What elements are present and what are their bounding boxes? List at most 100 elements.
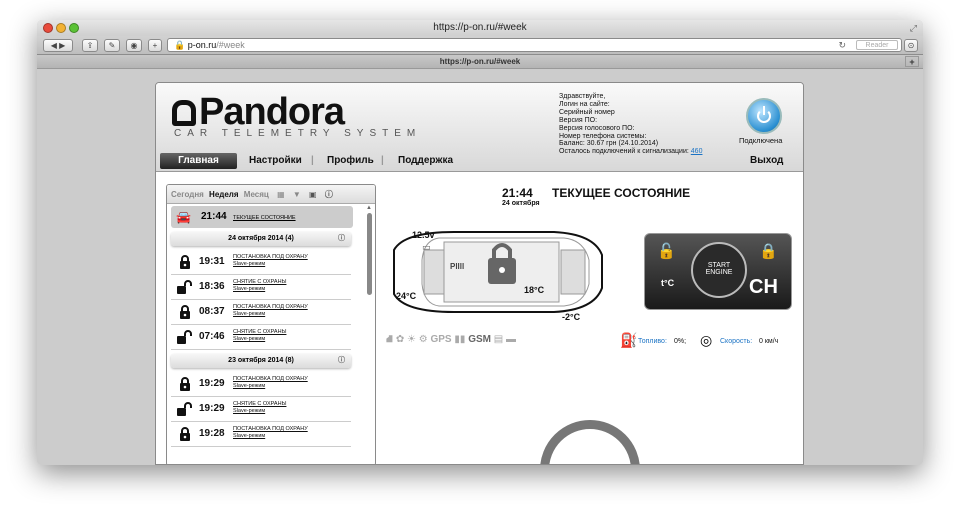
add-tab-button[interactable]: +	[905, 56, 919, 67]
signal-icon: ▮▮	[454, 334, 466, 345]
save-icon[interactable]: ▣	[309, 190, 317, 199]
downloads-icon[interactable]: ⊙	[904, 39, 918, 52]
tab-month[interactable]: Месяц	[244, 190, 269, 199]
event-mode: Slave-режим	[233, 408, 266, 414]
header: Pandora CAR TELEMETRY SYSTEM Здравствуйт…	[156, 83, 803, 172]
mode-button[interactable]: CH	[749, 276, 778, 299]
close-window-button[interactable]	[43, 23, 53, 33]
arm-button[interactable]: 🔒	[759, 242, 778, 260]
nav-logout[interactable]: Выход	[750, 153, 783, 169]
voltage-value: 12.5v	[412, 230, 435, 240]
start-engine-button[interactable]: START ENGINE	[691, 242, 747, 298]
list-item[interactable]: 07:46 СНЯТИЕ С ОХРАНЫ Slave-режим	[171, 325, 351, 350]
new-tab-button[interactable]: +	[148, 39, 162, 52]
lock-closed-icon	[180, 305, 190, 319]
pandora-app: Pandora CAR TELEMETRY SYSTEM Здравствуйт…	[155, 82, 804, 465]
reader-button[interactable]: Reader	[856, 40, 898, 50]
title-bar: https://p-on.ru/#week ⤢	[37, 20, 923, 36]
fw-label: Версия ПО:	[559, 116, 598, 124]
back-forward-buttons[interactable]: ◀ ▶	[43, 39, 73, 52]
event-action-link[interactable]: ПОСТАНОВКА ПОД ОХРАНУ	[233, 376, 308, 382]
event-mode: Slave-режим	[233, 433, 266, 439]
nav-profile[interactable]: Профиль	[327, 153, 374, 169]
phone-label: Номер телефона системы:	[559, 132, 647, 140]
list-item[interactable]: 19:28 ПОСТАНОВКА ПОД ОХРАНУ Slave-режим	[171, 422, 351, 447]
tab-week[interactable]: Неделя	[209, 190, 239, 199]
info-icon[interactable]: ⓘ	[338, 354, 345, 368]
tab-today[interactable]: Сегодня	[171, 190, 204, 199]
lock-open-icon	[177, 402, 192, 416]
fuel-icon: ⛽	[620, 332, 638, 348]
event-action-link[interactable]: ПОСТАНОВКА ПОД ОХРАНУ	[233, 426, 308, 432]
url-path: /#week	[216, 40, 245, 50]
event-action-link[interactable]: ПОСТАНОВКА ПОД ОХРАНУ	[233, 254, 308, 260]
share-icon[interactable]: ⇪	[82, 39, 98, 52]
log-list: 24 октября 2014 (4) ⓘ 19:31 ПОСТАНОВКА ПОД …	[167, 232, 375, 447]
event-mode: Slave-режим	[233, 286, 266, 292]
nav-settings[interactable]: Настройки	[249, 153, 302, 169]
url-bar[interactable]: 🔒 p-on.ru/#week ↻ Reader	[167, 38, 902, 52]
power-icon[interactable]	[746, 98, 782, 134]
current-state-row[interactable]: 🚘 21:44 ТЕКУЩЕЕ СОСТОЯНИЕ	[171, 206, 353, 228]
browser-window: https://p-on.ru/#week ⤢ ◀ ▶ ⇪ ✎ ◉ + 🔒 p-…	[37, 20, 923, 465]
status-panel: 21:44 ТЕКУЩЕЕ СОСТОЯНИЕ 24 октября 12.5v…	[382, 184, 803, 464]
edit-icon[interactable]: ✎	[104, 39, 120, 52]
event-mode: Slave-режим	[233, 383, 266, 389]
list-item[interactable]: 18:36 СНЯТИЕ С ОХРАНЫ Slave-режим	[171, 275, 351, 300]
nav-divider: |	[311, 155, 314, 166]
status-date: 24 октября	[502, 200, 540, 207]
event-action-link[interactable]: ПОСТАНОВКА ПОД ОХРАНУ	[233, 304, 308, 310]
cabin-temp: 24°C	[396, 291, 417, 301]
list-item[interactable]: 19:29 СНЯТИЕ С ОХРАНЫ Slave-режим	[171, 397, 351, 422]
lock-closed-icon	[180, 427, 190, 441]
engine-temp: 18°C	[524, 285, 545, 295]
event-mode: Slave-режим	[233, 336, 266, 342]
fullscreen-icon[interactable]: ⤢	[910, 20, 917, 36]
event-action-link[interactable]: СНЯТИЕ С ОХРАНЫ	[233, 279, 286, 285]
main-nav: Главная Настройки | Профиль | Поддержка …	[156, 151, 803, 171]
gsm-indicator: GSM	[468, 334, 491, 345]
disarm-button[interactable]: 🔓	[657, 242, 676, 260]
event-time: 19:29	[199, 403, 225, 414]
window-title: https://p-on.ru/#week	[433, 22, 527, 33]
extension-icon[interactable]: ◉	[126, 39, 142, 52]
start-label: START	[707, 262, 731, 269]
zoom-window-button[interactable]	[69, 23, 79, 33]
sun-icon: ☀	[406, 334, 416, 345]
fuel-label: Топливо:	[638, 338, 667, 345]
current-label: ТЕКУЩЕЕ СОСТОЯНИЕ	[233, 215, 296, 221]
info-icon[interactable]: ⓘ	[325, 190, 333, 199]
list-item[interactable]: 19:31 ПОСТАНОВКА ПОД ОХРАНУ Slave-режим	[171, 250, 351, 275]
heater-button[interactable]: t°C	[661, 278, 674, 288]
day-header[interactable]: 24 октября 2014 (4) ⓘ	[171, 232, 351, 246]
nav-home[interactable]: Главная	[160, 153, 237, 169]
event-mode: Slave-режим	[233, 311, 266, 317]
scroll-thumb[interactable]	[367, 213, 372, 295]
login-label: Логин на сайте:	[559, 100, 610, 108]
info-icon[interactable]: ⓘ	[338, 232, 345, 246]
event-action-link[interactable]: СНЯТИЕ С ОХРАНЫ	[233, 329, 286, 335]
list-item[interactable]: 19:29 ПОСТАНОВКА ПОД ОХРАНУ Slave-режим	[171, 372, 351, 397]
event-time: 07:46	[199, 331, 225, 342]
log-scrollbar[interactable]: ▲	[365, 205, 375, 464]
calendar-icon[interactable]: ▦	[277, 190, 285, 199]
tab-bar: https://p-on.ru/#week +	[37, 55, 923, 69]
page-content: Pandora CAR TELEMETRY SYSTEM Здравствуйт…	[37, 69, 923, 465]
list-item[interactable]: 08:37 ПОСТАНОВКА ПОД ОХРАНУ Slave-режим	[171, 300, 351, 325]
nav-support[interactable]: Поддержка	[398, 153, 453, 169]
tab-title[interactable]: https://p-on.ru/#week	[440, 57, 520, 66]
lock-open-icon	[177, 330, 192, 344]
lock-open-icon	[177, 280, 192, 294]
event-action-link[interactable]: СНЯТИЕ С ОХРАНЫ	[233, 401, 286, 407]
filter-icon[interactable]: ▼	[293, 190, 301, 199]
card-icon: ▬	[505, 334, 516, 345]
minimize-window-button[interactable]	[56, 23, 66, 33]
brand-tagline: CAR TELEMETRY SYSTEM	[174, 128, 422, 139]
fan-icon: ✿	[395, 334, 405, 345]
day-header[interactable]: 23 октября 2014 (8) ⓘ	[171, 354, 351, 368]
voice-fw-label: Версия голосового ПО:	[559, 124, 635, 132]
command-panel: 🔓 🔒 t°C START ENGINE CH	[644, 233, 792, 310]
status-title: ТЕКУЩЕЕ СОСТОЯНИЕ	[552, 186, 691, 200]
reload-icon[interactable]: ↻	[838, 39, 846, 51]
brand-name: Pandora	[199, 91, 345, 133]
